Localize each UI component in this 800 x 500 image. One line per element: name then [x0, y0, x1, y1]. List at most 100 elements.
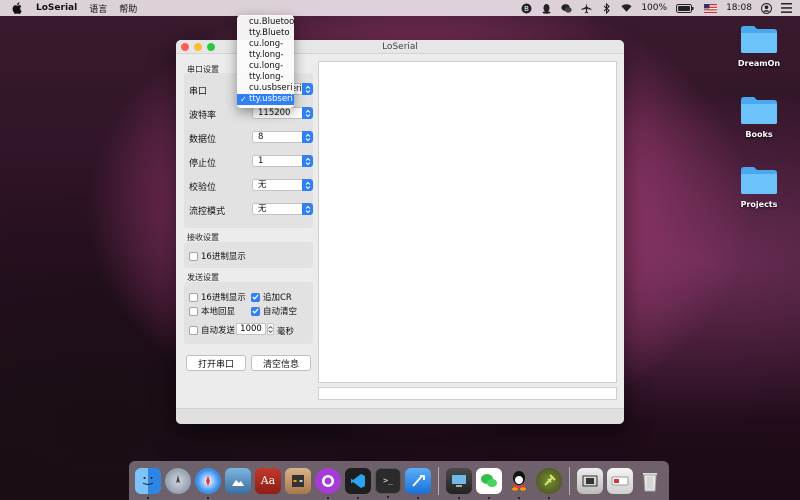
- desktop-folder-projects[interactable]: Projects: [729, 165, 789, 209]
- auto-clear-checkbox[interactable]: 自动清空: [251, 305, 297, 317]
- desktop-folder-books[interactable]: Books: [729, 95, 789, 139]
- auto-send-checkbox[interactable]: 自动发送: [189, 324, 235, 336]
- dock-separator: [438, 466, 439, 495]
- finder-icon[interactable]: [135, 467, 161, 499]
- flow-control-label: 流控模式: [189, 207, 226, 217]
- wifi-icon[interactable]: [621, 3, 632, 14]
- receive-text-area[interactable]: [318, 61, 617, 383]
- terminal-icon[interactable]: >_: [375, 467, 401, 498]
- folder-icon: [740, 24, 778, 54]
- port-option[interactable]: cu.long-: [237, 39, 294, 50]
- port-dropdown-menu: cu.Bluetoo tty.Blueto cu.long- tty.long-…: [237, 15, 294, 108]
- desktop-folder-dreamon[interactable]: DreamOn: [729, 24, 789, 68]
- language-menu[interactable]: 语言: [89, 2, 107, 15]
- checkmark-icon[interactable]: [251, 292, 260, 302]
- qq-status-icon[interactable]: [541, 3, 552, 14]
- port-option[interactable]: tty.long-: [237, 50, 294, 61]
- trash-icon[interactable]: [637, 468, 663, 494]
- port-option-label: tty.usbseri: [249, 94, 293, 104]
- port-option-selected[interactable]: ✓ tty.usbseri: [237, 94, 294, 105]
- dock: Aa >_: [129, 461, 669, 500]
- notification-center-icon[interactable]: [781, 3, 792, 14]
- battery-icon[interactable]: [676, 3, 694, 14]
- downloads-stack-icon[interactable]: [607, 467, 633, 494]
- checkbox-box[interactable]: [189, 325, 198, 335]
- launchpad-icon[interactable]: [165, 467, 191, 494]
- clock[interactable]: 18:08: [726, 3, 752, 13]
- stop-bits-value: 1: [258, 156, 264, 166]
- port-option[interactable]: cu.long-: [237, 61, 294, 72]
- parity-value: 无: [258, 180, 267, 190]
- qq-icon[interactable]: [506, 468, 532, 499]
- help-menu[interactable]: 帮助: [119, 2, 137, 15]
- open-port-button[interactable]: 打开串口: [186, 355, 246, 371]
- system-information-icon[interactable]: [446, 467, 472, 499]
- clear-info-button[interactable]: 清空信息: [251, 355, 311, 371]
- baud-rate-label: 波特率: [189, 111, 217, 121]
- screen-capture-icon[interactable]: [577, 467, 603, 494]
- dictionary-icon[interactable]: Aa: [255, 467, 281, 494]
- parity-select[interactable]: 无: [252, 179, 313, 191]
- local-echo-checkbox[interactable]: 本地回显: [189, 305, 235, 317]
- parity-label: 校验位: [189, 183, 217, 193]
- checkbox-box[interactable]: [189, 251, 198, 261]
- wechat-icon[interactable]: [476, 467, 502, 499]
- data-bits-value: 8: [258, 132, 264, 142]
- apple-icon[interactable]: [12, 2, 24, 14]
- chevron-updown-icon: [302, 179, 313, 191]
- baud-rate-select[interactable]: 115200: [252, 107, 313, 119]
- preview-icon[interactable]: [225, 467, 251, 494]
- chevron-updown-icon: [302, 131, 313, 143]
- airplane-mode-icon[interactable]: [581, 3, 592, 14]
- serial-plug-icon[interactable]: [536, 467, 562, 499]
- port-option[interactable]: tty.Blueto: [237, 28, 294, 39]
- send-hex-checkbox[interactable]: 16进制显示: [189, 291, 246, 303]
- interval-input[interactable]: 1000: [236, 323, 266, 335]
- input-source-flag-icon[interactable]: [703, 3, 717, 14]
- port-label: 串口: [189, 87, 208, 97]
- desktop-folder-label: Books: [745, 130, 773, 139]
- checkbox-box[interactable]: [189, 306, 198, 316]
- chevron-updown-icon: [302, 83, 313, 95]
- stop-bits-select[interactable]: 1: [252, 155, 313, 167]
- bluetooth-icon[interactable]: [601, 2, 612, 14]
- desktop-folder-label: Projects: [740, 200, 778, 209]
- wechat-status-icon[interactable]: [561, 3, 572, 14]
- receive-hex-label: 16进制显示: [201, 252, 246, 262]
- port-option[interactable]: cu.usbseri: [237, 83, 294, 94]
- safari-icon[interactable]: [195, 467, 221, 499]
- checkbox-box[interactable]: [189, 292, 198, 302]
- receive-settings-panel: 16进制显示: [184, 242, 313, 268]
- folder-icon: [740, 165, 778, 195]
- receive-hex-checkbox[interactable]: 16进制显示: [189, 250, 246, 262]
- dock-separator: [569, 466, 570, 495]
- auto-send-label: 自动发送: [201, 326, 236, 336]
- port-option[interactable]: cu.Bluetoo: [237, 17, 294, 28]
- github-desktop-icon[interactable]: [315, 467, 341, 499]
- append-cr-label: 追加CR: [263, 293, 292, 303]
- interval-unit-label: 毫秒: [277, 327, 295, 337]
- send-settings-panel: 16进制显示 追加CR 本地回显 自动清空 自动发送 1000 毫秒: [184, 282, 313, 344]
- append-cr-checkbox[interactable]: 追加CR: [251, 291, 292, 303]
- app-menu[interactable]: LoSerial: [36, 3, 77, 13]
- user-icon[interactable]: [761, 2, 772, 14]
- flow-control-select[interactable]: 无: [252, 203, 313, 215]
- send-input[interactable]: [318, 387, 617, 400]
- chevron-updown-icon: [302, 203, 313, 215]
- interval-stepper[interactable]: [267, 323, 274, 335]
- local-echo-label: 本地回显: [201, 307, 236, 317]
- status-bar: [176, 408, 624, 424]
- auto-clear-label: 自动清空: [263, 307, 298, 317]
- data-bits-select[interactable]: 8: [252, 131, 313, 143]
- port-option[interactable]: tty.long-: [237, 72, 294, 83]
- send-hex-label: 16进制显示: [201, 293, 246, 303]
- checkmark-icon[interactable]: [251, 306, 260, 316]
- vscode-icon[interactable]: [345, 467, 371, 499]
- baud-rate-value: 115200: [258, 108, 291, 118]
- xcode-icon[interactable]: [405, 467, 431, 499]
- bear-app-icon[interactable]: B: [521, 3, 532, 14]
- folder-icon: [740, 95, 778, 125]
- chevron-updown-icon: [302, 107, 313, 119]
- data-bits-label: 数据位: [189, 135, 217, 145]
- calculator-icon[interactable]: [285, 467, 311, 494]
